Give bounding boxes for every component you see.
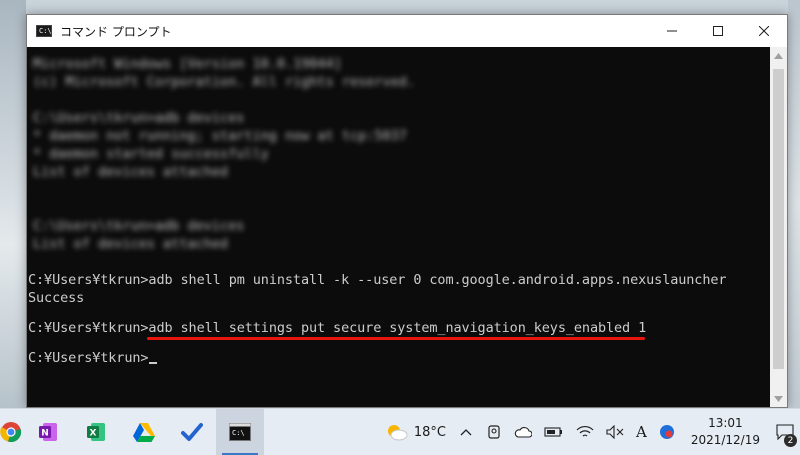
weather-temperature: 18°C — [413, 424, 446, 440]
svg-text:C:\: C:\ — [232, 429, 245, 437]
ime-indicator[interactable]: A — [630, 409, 653, 455]
blurred-console-history: Microsoft Windows [Version 10.0.19044] (c… — [33, 55, 453, 253]
taskbar-app-onenote[interactable]: N — [24, 409, 72, 455]
console-output[interactable]: Microsoft Windows [Version 10.0.19044] (c… — [27, 47, 770, 407]
excel-icon: X — [87, 423, 105, 441]
taskbar-app-todo[interactable] — [168, 409, 216, 455]
scroll-down-button[interactable] — [770, 390, 787, 407]
title-bar[interactable]: C:\. コマンド プロンプト — [27, 15, 787, 47]
clock-time: 13:01 — [708, 416, 743, 430]
blurred-line: * daemon not running; starting now at tc… — [33, 128, 407, 144]
system-tray: 18°C A 13:01 2021/12/19 2 — [380, 409, 800, 455]
taskbar: N X C:\ 18°C A 13:01 2021/12/19 2 — [0, 408, 800, 455]
blurred-line: C:\Users\tkrun>adb devices — [33, 110, 245, 126]
notification-count: 2 — [784, 434, 797, 447]
security-globe-icon — [659, 425, 674, 439]
blurred-line: * daemon started successfully — [33, 146, 269, 162]
vertical-scrollbar[interactable] — [770, 47, 787, 407]
svg-text:N: N — [41, 429, 49, 439]
red-underline-highlight — [147, 337, 645, 340]
battery-icon — [544, 427, 562, 437]
chrome-icon — [0, 422, 22, 442]
blurred-line: C:\Users\tkrun>adb devices — [33, 218, 245, 234]
console-line-prompt: C:¥Users¥tkrun> — [28, 349, 158, 367]
taskbar-clock[interactable]: 13:01 2021/12/19 — [681, 415, 770, 449]
google-drive-icon — [133, 423, 155, 442]
tray-onedrive[interactable] — [508, 409, 538, 455]
tray-meet-now[interactable] — [480, 409, 508, 455]
chevron-up-icon — [774, 52, 783, 59]
console-line-settings: C:¥Users¥tkrun>adb shell settings put se… — [28, 319, 646, 337]
maximize-button[interactable] — [695, 15, 741, 47]
command-prompt-icon: C:\ — [229, 423, 251, 441]
taskbar-app-excel[interactable]: X — [72, 409, 120, 455]
window-title: コマンド プロンプト — [60, 24, 172, 39]
todo-icon — [181, 423, 203, 441]
desktop-wallpaper-left — [0, 0, 26, 408]
blurred-line — [33, 91, 453, 109]
scroll-up-button[interactable] — [770, 47, 787, 64]
blurred-line: Microsoft Windows [Version 10.0.19044] — [33, 56, 342, 72]
onedrive-cloud-icon — [514, 427, 532, 438]
tray-wifi[interactable] — [570, 409, 600, 455]
tray-battery[interactable] — [538, 409, 570, 455]
weather-widget[interactable]: 18°C — [380, 409, 452, 455]
console-prompt: C:¥Users¥tkrun> — [28, 350, 149, 366]
blurred-line: List of devices attached — [33, 164, 229, 180]
highlighted-command: adb shell settings put secure system_nav… — [148, 320, 647, 336]
chevron-up-icon — [460, 429, 472, 436]
console-line-success: Success — [28, 290, 85, 306]
svg-text:X: X — [90, 429, 97, 439]
taskbar-app-chrome[interactable] — [0, 409, 24, 455]
console-prompt: C:¥Users¥tkrun> — [28, 320, 149, 336]
close-button[interactable] — [741, 15, 787, 47]
desktop-wallpaper-right — [788, 0, 800, 408]
scroll-thumb[interactable] — [773, 69, 784, 369]
weather-partly-sunny-icon — [387, 425, 408, 441]
blurred-line — [33, 199, 453, 217]
show-hidden-icons-button[interactable] — [452, 409, 480, 455]
wifi-icon — [576, 426, 594, 437]
taskbar-app-command-prompt[interactable]: C:\ — [216, 409, 264, 455]
tray-security[interactable] — [653, 409, 681, 455]
console-line-uninstall: C:¥Users¥tkrun>adb shell pm uninstall -k… — [28, 272, 727, 288]
video-camera-icon — [488, 425, 500, 439]
minimize-button[interactable] — [649, 15, 695, 47]
onenote-icon: N — [39, 423, 57, 441]
taskbar-app-google-drive[interactable] — [120, 409, 168, 455]
blurred-line — [33, 181, 453, 199]
chevron-down-icon — [774, 395, 783, 402]
text-cursor — [149, 362, 158, 364]
tray-volume[interactable] — [600, 409, 630, 455]
blurred-line: (c) Microsoft Corporation. All rights re… — [33, 74, 416, 90]
window-controls — [649, 15, 787, 47]
clock-date: 2021/12/19 — [690, 433, 760, 447]
console-app-icon: C:\. — [36, 25, 56, 37]
close-icon — [759, 26, 769, 36]
command-prompt-window[interactable]: C:\. コマンド プロンプト Microsoft Windows [Versi… — [26, 14, 788, 408]
volume-muted-icon — [606, 425, 624, 439]
notification-center-button[interactable]: 2 — [770, 409, 800, 455]
minimize-icon — [667, 30, 677, 32]
blurred-line: List of devices attached — [33, 236, 229, 252]
maximize-icon — [713, 26, 723, 36]
